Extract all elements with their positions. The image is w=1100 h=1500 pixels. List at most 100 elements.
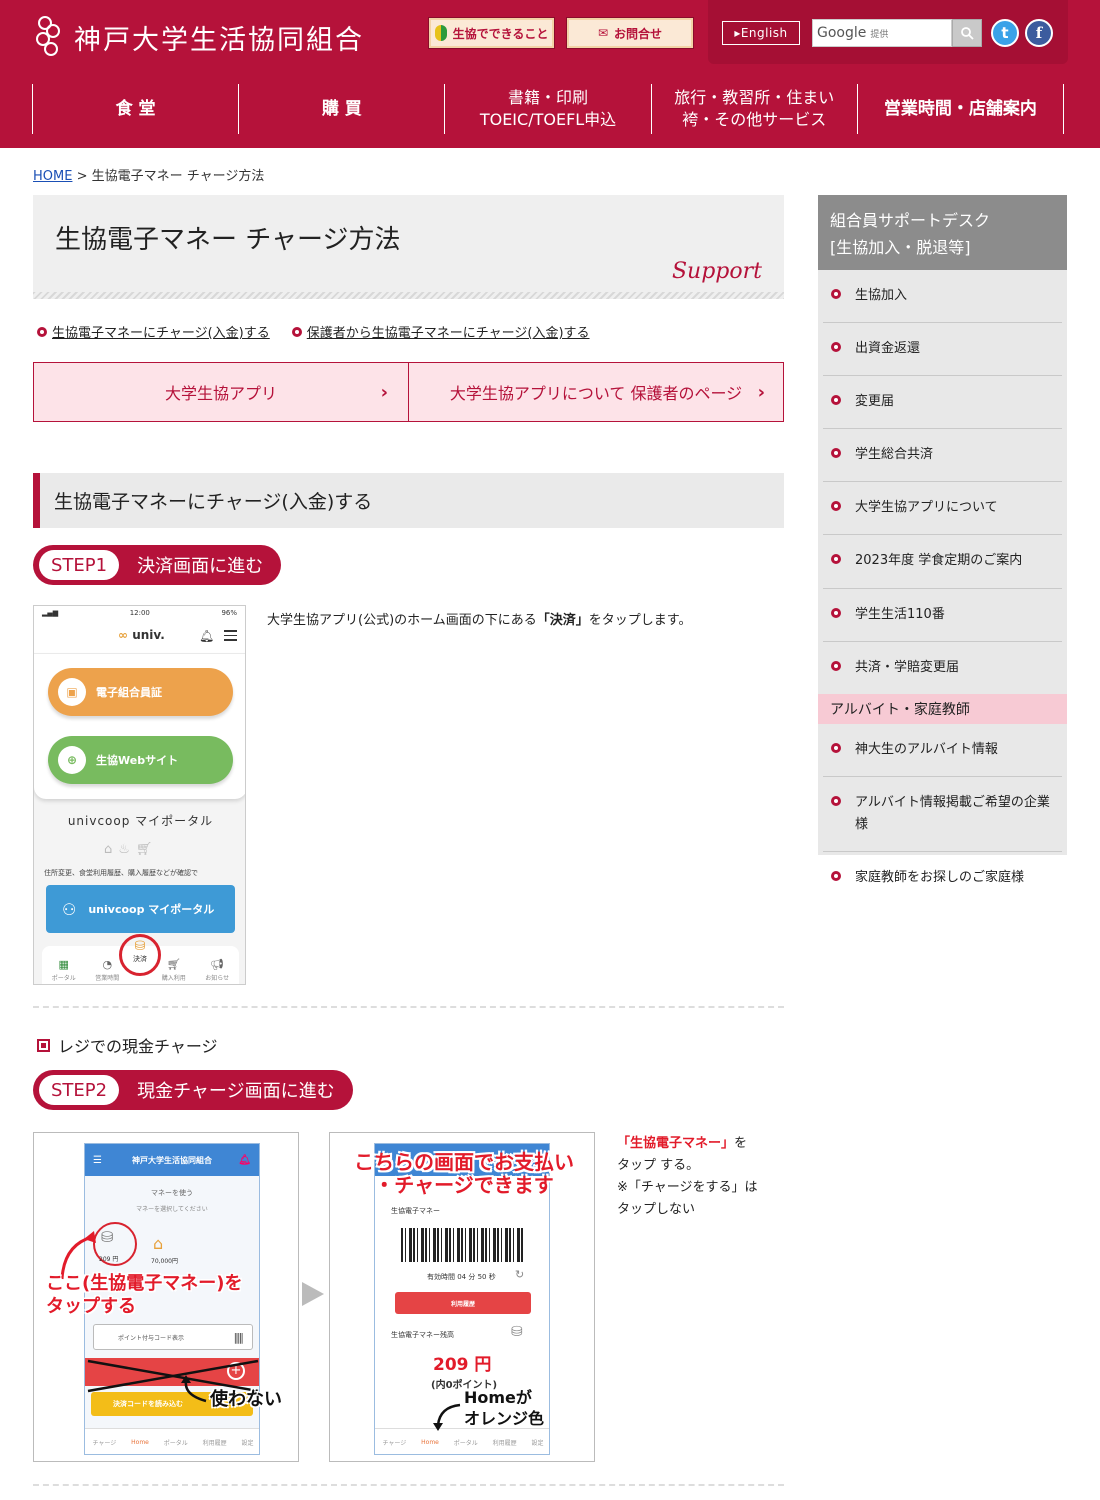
phone-app-header: ∞ univ. 🔔︎: [34, 620, 245, 654]
main-nav: 食 堂 購 買 書籍・印刷 TOEIC/TOEFL申込 旅行・教習所・住まい 袴・そ…: [32, 84, 1065, 134]
sidebar-item-company[interactable]: アルバイト情報掲載ご希望の企業様: [823, 777, 1062, 853]
tab-portal: ▦ ポータル: [52, 958, 76, 982]
twitter-icon[interactable]: t: [991, 19, 1019, 47]
phone-a-price1: 209 円: [99, 1256, 119, 1263]
phone-a-line2: マネーを選択してください: [136, 1206, 208, 1213]
sidebar-item-app[interactable]: 大学生協アプリについて: [823, 482, 1062, 536]
page-title-box: 生協電子マネー チャージ方法 Support: [33, 195, 784, 299]
tab-label: 営業時間: [95, 975, 120, 982]
house-icon: ⌂: [153, 1234, 164, 1253]
facebook-icon[interactable]: f: [1025, 19, 1053, 47]
tab-purchase: 🛒︎ 購入利用: [162, 958, 186, 982]
sidebar-item-tutor[interactable]: 家庭教師をお探しのご家庭様: [823, 852, 1062, 904]
nav-shop[interactable]: 購 買: [238, 84, 444, 134]
coop-services-button[interactable]: 生協でできること: [428, 17, 555, 49]
sidebar-heading-line: [生協加入・脱退等]: [830, 238, 971, 258]
nav-sublabel: 袴・その他サービス: [682, 110, 827, 129]
step2-screenshot-a: ☰ 神戸大学生活協同組合 🔔︎ マネーを使う マネーを選択してください ⛁ 20…: [33, 1132, 299, 1462]
bullet-icon: [831, 795, 841, 806]
search-button[interactable]: [952, 19, 982, 47]
site-header: 神戸大学生活協同組合 生協でできること ✉ お問合せ ▸English Goog…: [0, 0, 1100, 148]
annotation-line: オレンジ色: [464, 1408, 545, 1428]
sidebar-item-join[interactable]: 生協加入: [823, 270, 1062, 324]
univ-logo-icon: ∞: [118, 628, 128, 642]
annotation-line: こちらの画面でお支払い: [354, 1150, 574, 1174]
step1-label: 決済画面に進む: [137, 556, 264, 577]
search-brand-sub: 提供: [870, 29, 889, 40]
breadcrumb-home-link[interactable]: HOME: [33, 169, 72, 184]
phone-status-bar: ▂▄▆ 12:00 96%: [34, 606, 245, 620]
sidebar-item-label: 神大生のアルバイト情報: [855, 741, 998, 757]
bell-icon: 🔔︎: [199, 629, 215, 643]
sidebar-item-insurance-change[interactable]: 共済・学賠変更届: [823, 642, 1062, 694]
search-input[interactable]: Google 提供: [812, 19, 952, 47]
coin-icon: ⛁: [511, 1324, 523, 1340]
sidebar-item-label: 2023年度 学食定期のご案内: [855, 553, 1023, 569]
plus-icon: +: [227, 1362, 245, 1380]
hamburger-menu-icon: [224, 630, 237, 644]
step1-phone-screenshot: ▂▄▆ 12:00 96% ∞ univ. 🔔︎ ▣ 電子組合員証 ⊕ 生協We…: [33, 605, 246, 985]
nav-travel[interactable]: 旅行・教習所・住まい 袴・その他サービス: [650, 84, 857, 134]
point-code-button: ポイント付与コード表示 |||||: [93, 1324, 253, 1350]
step2-screenshot-b: 生協電子マネー 有効時間 04 分 50 秒 ↻ 利用履歴 生協電子マネー残高 …: [329, 1132, 595, 1462]
sidebar-item-meal-plan[interactable]: 2023年度 学食定期のご案内: [823, 535, 1062, 589]
contact-label: お問合せ: [614, 26, 663, 41]
tab-label: チャージ: [382, 1440, 407, 1447]
beginner-leaf-icon: [434, 25, 447, 41]
coop-website-button: ⊕ 生協Webサイト: [48, 736, 233, 784]
id-card-icon: ▣: [58, 678, 86, 706]
phone-b-valid-time: 有効時間 04 分 50 秒: [427, 1273, 496, 1281]
digital-member-card-label: 電子組合員証: [96, 686, 162, 699]
sidebar-item-label: 学生総合共済: [855, 447, 934, 463]
english-button[interactable]: ▸English: [722, 21, 800, 45]
guardian-page-button[interactable]: 大学生協アプリについて 保護者のページ ›: [408, 363, 783, 421]
tab-payment-highlighted: ⛁ 決済: [128, 939, 152, 964]
contact-button[interactable]: ✉ お問合せ: [566, 17, 694, 49]
step1-text-part: をタップします。: [588, 613, 692, 628]
sidebar-item-parttime[interactable]: 神大生のアルバイト情報: [823, 724, 1062, 777]
sidebar-item-label: 家庭教師をお探しのご家庭様: [855, 870, 1025, 886]
step1-instruction: 大学生協アプリ(公式)のホーム画面の下にある「決済」をタップします。: [267, 609, 691, 628]
tab-label: ポータル: [163, 1440, 188, 1447]
balance-amount: 209 円: [433, 1355, 492, 1375]
step2-text-part: タップ する。: [617, 1158, 700, 1174]
support-tag: Support: [671, 259, 762, 284]
clock-icon: ◔: [102, 958, 113, 971]
anchor-link-guardian-charge[interactable]: 保護者から生協電子マネーにチャージ(入金)する: [291, 322, 590, 341]
sidebar-item-insurance[interactable]: 学生総合共済: [823, 429, 1062, 483]
step2-text-part: ※「チャージをする」は: [617, 1180, 758, 1196]
sidebar-item-110[interactable]: 学生生活110番: [823, 589, 1062, 642]
coop-app-label: 大学生協アプリ: [164, 384, 277, 403]
dashed-divider: [33, 1484, 784, 1486]
anchor-link-charge[interactable]: 生協電子マネーにチャージ(入金)する: [37, 322, 270, 341]
tap-here-annotation: ここ(生協電子マネー)を タップする: [46, 1273, 242, 1318]
signal-icon: ▂▄▆: [42, 609, 59, 617]
phone-a-tab-bar: チャージ Home ポータル 利用履歴 設定: [85, 1428, 259, 1454]
sidebar-item-change-notice[interactable]: 変更届: [823, 376, 1062, 430]
phone-a-line1: マネーを使う: [151, 1189, 193, 1197]
bullet-icon: [831, 660, 841, 671]
coop-app-button[interactable]: 大学生協アプリ ›: [34, 363, 408, 421]
digital-member-card-button: ▣ 電子組合員証: [48, 668, 233, 716]
step2-pill: STEP2 現金チャージ画面に進む: [33, 1070, 353, 1110]
globe-icon: ⊕: [58, 746, 86, 774]
nav-cafeteria[interactable]: 食 堂: [32, 84, 238, 134]
sidebar-item-refund[interactable]: 出資金返還: [823, 323, 1062, 377]
phone-b-tab-bar: チャージ Home ポータル 利用履歴 設定: [375, 1428, 549, 1454]
step1-pill: STEP1 決済画面に進む: [33, 545, 282, 585]
portal-service-icons: ⌂♨🛒︎: [104, 842, 159, 857]
cash-charge-heading: レジでの現金チャージ: [37, 1033, 218, 1057]
nav-books[interactable]: 書籍・印刷 TOEIC/TOEFL申込: [444, 84, 650, 134]
nav-hours[interactable]: 営業時間・店舗案内: [856, 84, 1065, 134]
portal-description: 住所変更、食堂利用履歴、購入履歴などが確認で: [44, 869, 198, 877]
portal-title: univcoop マイポータル: [67, 814, 214, 828]
bullet-icon: [831, 607, 841, 618]
search-icon: [961, 27, 974, 40]
tab-notice: 📢︎ お知らせ: [205, 958, 229, 982]
step2-text-part: を: [734, 1136, 748, 1151]
sidebar-list: 生協加入 出資金返還 変更届 学生総合共済 大学生協アプリについて 2023年度…: [818, 270, 1067, 904]
cart-icon: 🛒︎: [166, 958, 181, 971]
bullet-icon: [291, 326, 302, 337]
phone-a-price2: 70,000円: [151, 1258, 178, 1265]
site-logo[interactable]: 神戸大学生活協同組合: [34, 14, 364, 60]
